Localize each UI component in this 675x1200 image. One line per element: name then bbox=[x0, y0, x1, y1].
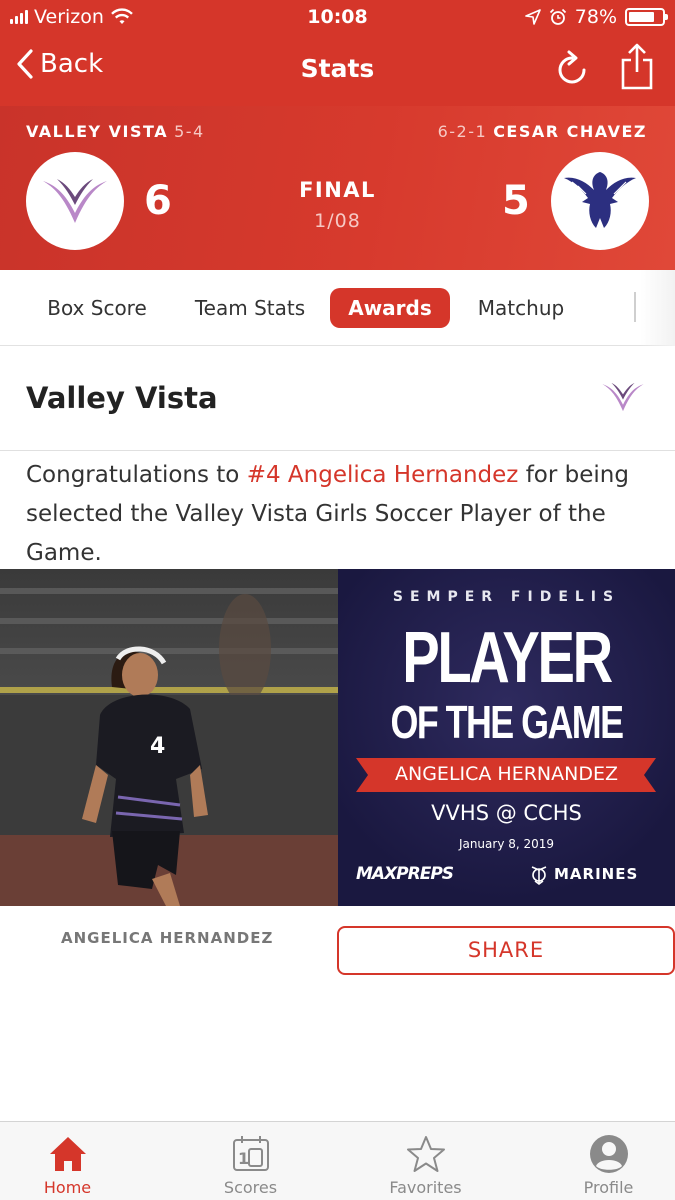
tab-profile[interactable]: Profile bbox=[541, 1122, 675, 1200]
star-icon bbox=[407, 1136, 445, 1172]
top-bar: Verizon 10:08 78% Back Stats bbox=[0, 0, 675, 106]
tab-profile-label: Profile bbox=[583, 1178, 634, 1197]
svg-text:4: 4 bbox=[150, 734, 165, 759]
scoreboard-icon: 1 bbox=[233, 1136, 269, 1171]
award-text-before: Congratulations to bbox=[26, 462, 247, 488]
tab-awards[interactable]: Awards bbox=[330, 288, 450, 328]
tab-box-score[interactable]: Box Score bbox=[34, 288, 160, 328]
graphic-player-name: ANGELICA HERNANDEZ bbox=[395, 763, 618, 785]
status-bar: Verizon 10:08 78% bbox=[0, 0, 675, 34]
eagle-globe-anchor-icon bbox=[531, 866, 547, 885]
graphic-tagline: SEMPER FIDELIS bbox=[392, 589, 621, 605]
valley-vista-logo-icon bbox=[602, 382, 644, 412]
status-right: 78% bbox=[524, 6, 668, 28]
away-team-header: 6-2-1 CESAR CHAVEZ bbox=[438, 122, 647, 141]
home-team-header: VALLEY VISTA 5-4 bbox=[26, 122, 205, 141]
tab-home[interactable]: Home bbox=[0, 1122, 135, 1200]
location-arrow-icon bbox=[524, 9, 541, 25]
player-of-the-game-image[interactable]: 4 SEMPER FIDELIS PLAYER OF THE GAME ANGE… bbox=[0, 569, 675, 906]
image-caption: ANGELICA HERNANDEZ bbox=[61, 929, 274, 947]
award-graphic: SEMPER FIDELIS PLAYER OF THE GAME ANGELI… bbox=[338, 569, 675, 906]
graphic-date: January 8, 2019 bbox=[458, 837, 555, 851]
bottom-tab-bar: Home 1 Scores Favorites Profile bbox=[0, 1121, 675, 1200]
marines-logo: MARINES bbox=[528, 863, 638, 885]
graphic-headline-of-the-game: OF THE GAME bbox=[390, 696, 624, 748]
home-team-record: 5-4 bbox=[174, 122, 205, 141]
svg-text:1: 1 bbox=[238, 1149, 249, 1168]
battery-fill bbox=[629, 12, 654, 22]
away-score: 5 bbox=[502, 178, 530, 224]
tab-favorites-label: Favorites bbox=[389, 1178, 462, 1197]
battery-icon bbox=[625, 8, 668, 26]
tab-scores-label: Scores bbox=[223, 1178, 278, 1197]
tab-favorites[interactable]: Favorites bbox=[358, 1122, 493, 1200]
nav-bar: Back Stats bbox=[0, 34, 675, 106]
tab-scroll-fade[interactable] bbox=[640, 270, 675, 346]
award-section-header: Valley Vista bbox=[0, 347, 675, 451]
away-team-logo[interactable] bbox=[551, 152, 649, 250]
alarm-icon bbox=[549, 8, 566, 25]
team-title: Valley Vista bbox=[26, 381, 218, 415]
tab-team-stats[interactable]: Team Stats bbox=[190, 288, 310, 328]
maxpreps-logo: MAXPREPS bbox=[356, 864, 454, 884]
battery-percent: 78% bbox=[574, 6, 617, 28]
stats-tabs: Box Score Team Stats Awards Matchup bbox=[0, 270, 675, 346]
home-icon bbox=[50, 1137, 86, 1171]
marines-label: MARINES bbox=[554, 865, 639, 883]
away-team-record: 6-2-1 bbox=[437, 122, 488, 141]
share-button[interactable]: SHARE bbox=[337, 926, 675, 975]
home-team-name: VALLEY VISTA bbox=[26, 122, 169, 141]
graphic-headline-player: PLAYER bbox=[402, 618, 613, 698]
scoreboard: VALLEY VISTA 5-4 6-2-1 CESAR CHAVEZ 6 FINA… bbox=[0, 106, 675, 270]
tab-divider bbox=[634, 292, 636, 322]
share-icon[interactable] bbox=[617, 42, 657, 92]
player-photo: 4 bbox=[0, 569, 338, 906]
away-team-name: CESAR CHAVEZ bbox=[493, 122, 647, 141]
tab-home-label: Home bbox=[43, 1178, 92, 1197]
award-description: Congratulations to #4 Angelica Hernandez… bbox=[26, 456, 656, 573]
refresh-icon[interactable] bbox=[553, 48, 591, 90]
player-photo-illustration: 4 bbox=[0, 569, 338, 906]
graphic-matchup: VVHS @ CCHS bbox=[431, 801, 582, 825]
tab-matchup[interactable]: Matchup bbox=[466, 288, 576, 328]
player-link[interactable]: #4 Angelica Hernandez bbox=[247, 462, 519, 488]
tab-scores[interactable]: 1 Scores bbox=[183, 1122, 318, 1200]
cesar-chavez-logo-icon bbox=[564, 172, 636, 228]
profile-icon bbox=[590, 1135, 628, 1173]
